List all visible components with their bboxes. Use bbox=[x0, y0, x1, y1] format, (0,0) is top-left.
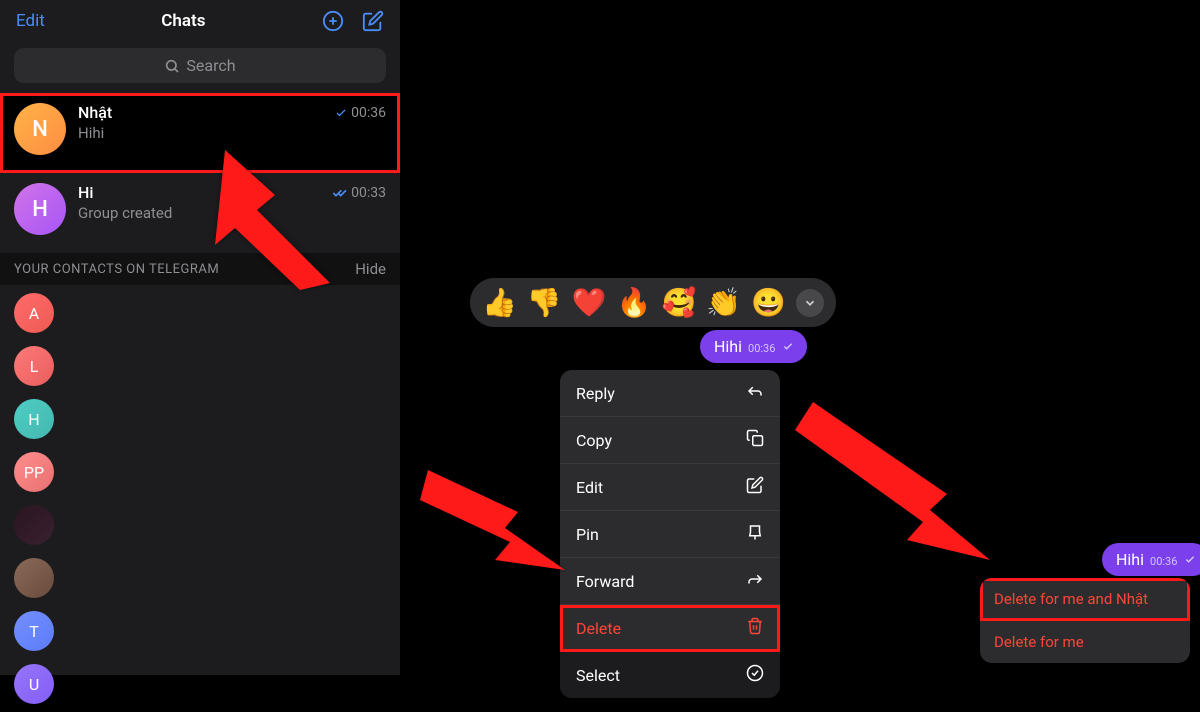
pin-icon bbox=[746, 523, 764, 545]
avatar: N bbox=[14, 103, 66, 155]
contact-avatar[interactable]: H bbox=[14, 399, 54, 439]
chats-title: Chats bbox=[161, 11, 205, 31]
add-icon[interactable] bbox=[322, 10, 344, 32]
tutorial-arrow bbox=[185, 140, 355, 294]
chat-name: Nhật bbox=[78, 103, 112, 122]
message-time: 00:36 bbox=[748, 342, 775, 355]
reaction-fire[interactable]: 🔥 bbox=[617, 286, 652, 319]
context-select[interactable]: Select bbox=[560, 652, 780, 698]
contact-avatar[interactable] bbox=[14, 558, 54, 598]
avatar: H bbox=[14, 183, 66, 235]
context-reply[interactable]: Reply bbox=[560, 370, 780, 417]
reaction-grin[interactable]: 😀 bbox=[751, 286, 786, 319]
context-forward[interactable]: Forward bbox=[560, 558, 780, 605]
search-placeholder: Search bbox=[186, 56, 235, 75]
context-pin[interactable]: Pin bbox=[560, 511, 780, 558]
header-actions bbox=[322, 10, 384, 32]
reaction-clap[interactable]: 👏 bbox=[706, 286, 741, 319]
chats-header: Edit Chats bbox=[0, 0, 400, 42]
hide-button[interactable]: Hide bbox=[355, 260, 386, 278]
edit-icon bbox=[746, 476, 764, 498]
edit-button[interactable]: Edit bbox=[16, 11, 45, 31]
contact-avatar[interactable]: T bbox=[14, 611, 54, 651]
delete-option[interactable]: Delete for me bbox=[980, 621, 1190, 663]
copy-icon bbox=[746, 429, 764, 451]
reaction-more-button[interactable] bbox=[796, 289, 824, 317]
context-delete[interactable]: Delete bbox=[560, 605, 780, 652]
chats-panel: Edit Chats Search N Nhật 00:36 Hihi H Hi… bbox=[0, 0, 400, 675]
contact-avatar[interactable]: A bbox=[14, 293, 54, 333]
context-item-label: Copy bbox=[576, 431, 612, 450]
context-item-label: Delete bbox=[576, 619, 621, 638]
reaction-thumbs-down[interactable]: 👎 bbox=[527, 286, 562, 319]
context-menu: Reply Copy Edit Pin Forward Delete Select bbox=[560, 370, 780, 698]
tutorial-arrow bbox=[795, 402, 995, 576]
message-time: 00:36 bbox=[1150, 555, 1177, 568]
context-item-label: Forward bbox=[576, 572, 634, 591]
trash-icon bbox=[746, 617, 764, 639]
context-edit[interactable]: Edit bbox=[560, 464, 780, 511]
message-text: Hihi bbox=[714, 337, 742, 356]
reaction-smiling-hearts[interactable]: 🥰 bbox=[662, 286, 697, 319]
context-item-label: Select bbox=[576, 666, 620, 685]
context-copy[interactable]: Copy bbox=[560, 417, 780, 464]
message-bubble[interactable]: Hihi 00:36 bbox=[1102, 543, 1200, 576]
reaction-thumbs-up[interactable]: 👍 bbox=[482, 286, 517, 319]
reaction-heart[interactable]: ❤️ bbox=[572, 286, 607, 319]
context-item-label: Edit bbox=[576, 478, 603, 497]
chevron-down-icon bbox=[803, 296, 817, 310]
reply-icon bbox=[746, 382, 764, 404]
delete-option[interactable]: Delete for me and Nhật bbox=[980, 578, 1190, 621]
chat-name: Hi bbox=[78, 183, 93, 202]
message-bubble[interactable]: Hihi 00:36 bbox=[700, 330, 807, 363]
message-text: Hihi bbox=[1116, 550, 1144, 569]
forward-icon bbox=[746, 570, 764, 592]
context-item-label: Pin bbox=[576, 525, 599, 544]
contact-avatar[interactable]: PP bbox=[14, 452, 54, 492]
contact-avatar[interactable]: L bbox=[14, 346, 54, 386]
select-icon bbox=[746, 664, 764, 686]
contact-avatar[interactable] bbox=[14, 505, 54, 545]
chat-time: 00:36 bbox=[334, 105, 386, 121]
sent-check-icon bbox=[781, 341, 795, 352]
sent-check-icon bbox=[1183, 554, 1197, 565]
delete-options-menu: Delete for me and NhậtDelete for me bbox=[980, 578, 1190, 663]
compose-icon[interactable] bbox=[362, 10, 384, 32]
context-item-label: Reply bbox=[576, 384, 615, 403]
search-input[interactable]: Search bbox=[14, 48, 386, 83]
search-icon bbox=[164, 58, 180, 74]
tutorial-arrow bbox=[420, 470, 570, 594]
reaction-bar: 👍 👎 ❤️ 🔥 🥰 👏 😀 bbox=[470, 278, 836, 327]
contact-list: ALH PP TU bbox=[0, 285, 400, 712]
contact-avatar[interactable]: U bbox=[14, 664, 54, 704]
